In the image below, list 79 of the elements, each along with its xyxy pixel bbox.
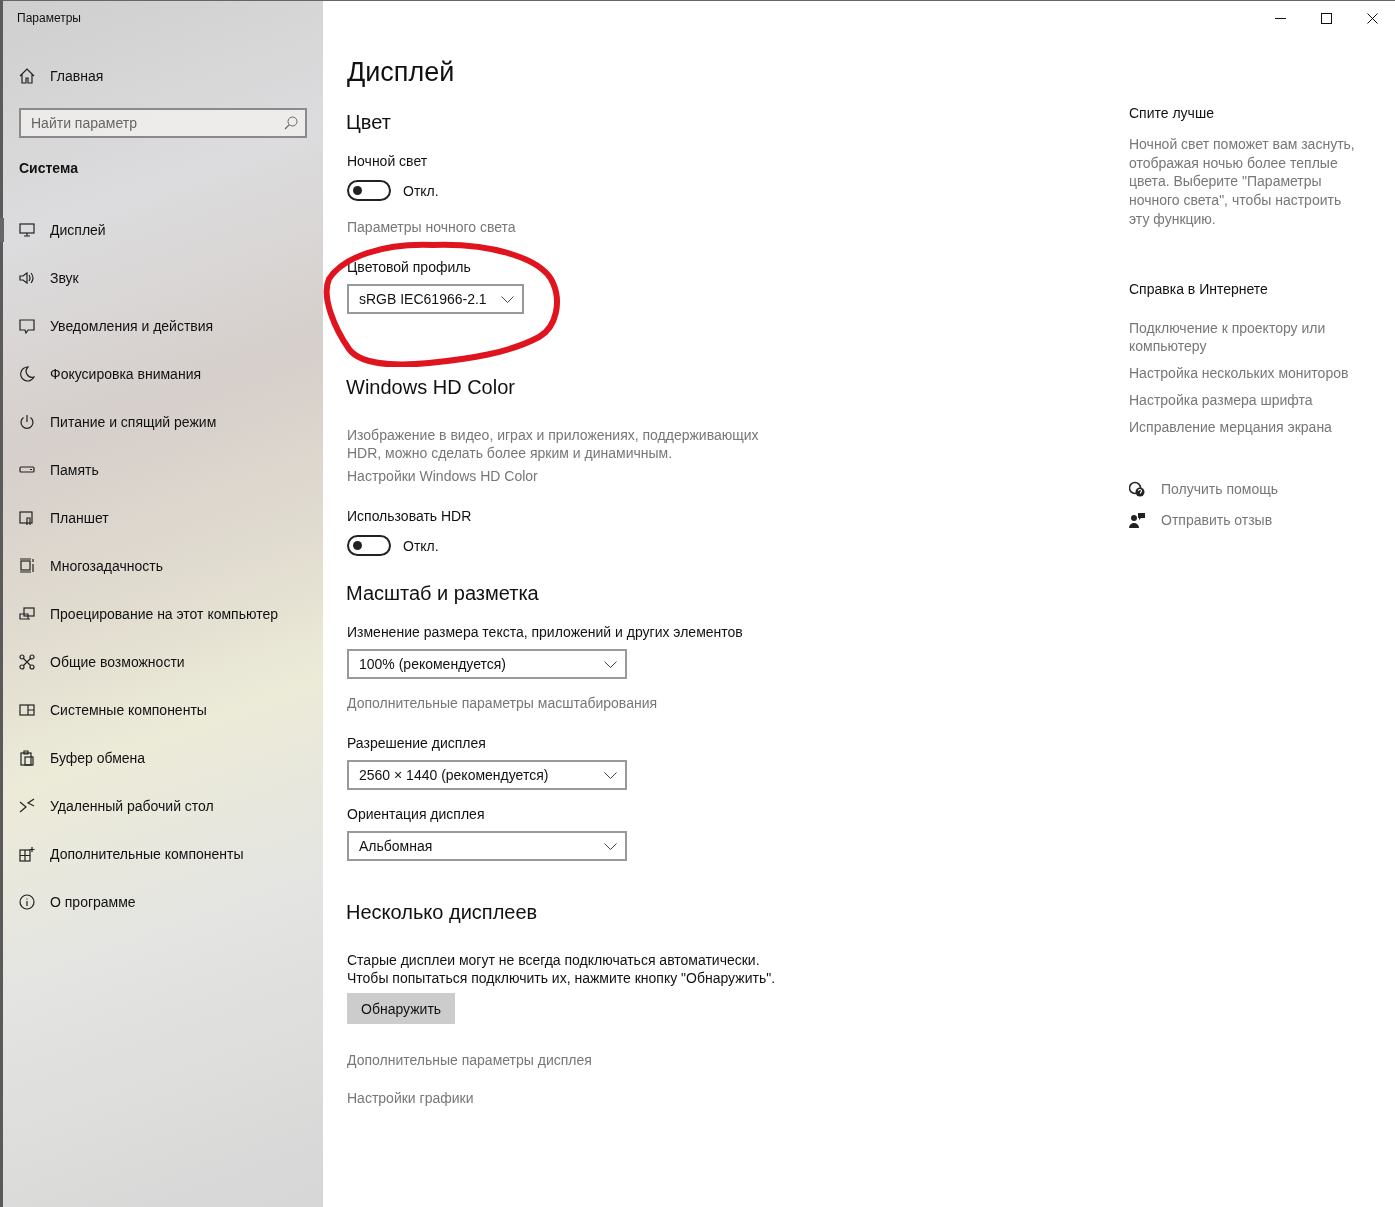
description-text: Старые дисплеи могут не всегда подключаться автоматически. Чтобы попытаться подключить их, нажмите кнопку "Обнаружить". (347, 951, 777, 987)
toggle-switch[interactable] (347, 535, 391, 556)
speech-bubble-icon (19, 318, 35, 334)
chevron-down-icon (604, 842, 617, 850)
settings-link[interactable]: Параметры ночного света (347, 219, 516, 235)
dropdown[interactable]: Альбомная (347, 831, 627, 861)
sidebar-item[interactable]: Удаленный рабочий стол (3, 782, 323, 830)
settings-link[interactable]: Дополнительные параметры масштабирования (347, 695, 658, 711)
sidebar-item[interactable]: Дополнительные компоненты (3, 830, 323, 878)
person-feedback-icon (1129, 511, 1145, 528)
setting-label: Изменение размера текста, приложений и других элементов (347, 624, 743, 640)
monitor-icon (19, 222, 35, 238)
setting-label: Ночной свет (347, 153, 428, 169)
sidebar-item[interactable]: Питание и спящий режим (3, 398, 323, 446)
setting-label: Ориентация дисплея (347, 806, 485, 822)
sidebar-item[interactable]: Общие возможности (3, 638, 323, 686)
clipboard-icon (19, 750, 35, 766)
description-text: Изображение в видео, играх и приложениях, поддерживающих HDR, можно сделать более ярким и динамичным. (347, 426, 760, 462)
aside-heading: Спите лучше (1129, 105, 1215, 123)
section-heading: Масштаб и разметка (346, 582, 539, 606)
sidebar-item[interactable]: Память (3, 446, 323, 494)
aside-text: Ночной свет поможет вам заснуть, отображая ночью более теплые цвета. Выберите "Параметры ночного света", чтобы настроить эту функцию. (1129, 135, 1355, 229)
sidebar-item[interactable]: Дисплей (3, 206, 323, 254)
nodes-icon (19, 654, 35, 670)
dropdown[interactable]: 2560 × 1440 (рекомендуется) (347, 760, 627, 790)
sidebar-item[interactable]: Фокусировка внимания (3, 350, 323, 398)
section-heading: Windows HD Color (346, 376, 515, 400)
multitasking-icon (19, 558, 35, 574)
moon-icon (19, 366, 35, 382)
section-heading: Система (18, 160, 79, 178)
window-title: Параметры (16, 11, 82, 27)
remote-arrows-icon (19, 798, 35, 814)
sidebar-item[interactable]: Буфер обмена (3, 734, 323, 782)
search-icon[interactable] (284, 116, 298, 130)
projector-icon (19, 606, 35, 622)
sidebar-item[interactable]: О программе (3, 878, 323, 926)
home-nav-item[interactable]: Главная (3, 54, 323, 98)
help-link[interactable]: Подключение к проектору или компьютеру (1129, 318, 1355, 355)
aside-action-link[interactable]: Отправить отзыв (1129, 508, 1355, 531)
aside-action-link[interactable]: Получить помощь (1129, 477, 1355, 500)
dropdown[interactable]: 100% (рекомендуется) (347, 649, 627, 679)
page-title: Дисплей (347, 57, 455, 89)
power-icon (19, 414, 35, 430)
grid-plus-icon (19, 846, 35, 862)
search-field[interactable]: Найти параметр (19, 108, 307, 138)
home-icon (19, 68, 35, 84)
info-icon (19, 894, 35, 910)
section-heading: Цвет (346, 111, 391, 135)
panels-icon (19, 702, 35, 718)
settings-link[interactable]: Дополнительные параметры дисплея (347, 1052, 592, 1068)
aside-heading: Справка в Интернете (1129, 280, 1269, 299)
sidebar-item[interactable]: Системные компоненты (3, 686, 323, 734)
sidebar-item[interactable]: Многозадачность (3, 542, 323, 590)
section-heading: Несколько дисплеев (346, 901, 538, 925)
toggle-state: Откл. (403, 537, 439, 554)
help-bubble-icon (1129, 480, 1145, 497)
chevron-down-icon (604, 660, 617, 668)
settings-link[interactable]: Настройки графики (347, 1090, 474, 1106)
dropdown[interactable]: sRGB IEC61966-2.1 (347, 284, 524, 314)
sidebar-item[interactable]: Уведомления и действия (3, 302, 323, 350)
sidebar-item[interactable]: Проецирование на этот компьютер (3, 590, 323, 638)
close-icon[interactable] (1366, 12, 1378, 24)
detect-button[interactable]: Обнаружить (347, 993, 456, 1024)
maximize-icon[interactable] (1320, 12, 1332, 24)
chevron-down-icon (500, 295, 514, 303)
toggle-state: Откл. (403, 182, 439, 199)
help-link[interactable]: Настройка размера шрифта (1129, 390, 1355, 409)
help-link[interactable]: Настройка нескольких мониторов (1129, 363, 1355, 382)
help-link[interactable]: Исправление мерцания экрана (1129, 417, 1355, 436)
setting-label: Цветовой профиль (347, 259, 471, 275)
chevron-down-icon (604, 771, 617, 779)
tablet-icon (19, 510, 35, 526)
sidebar-item[interactable]: Звук (3, 254, 323, 302)
setting-label: Использовать HDR (347, 508, 472, 524)
setting-label: Разрешение дисплея (347, 735, 486, 751)
speaker-icon (19, 270, 35, 286)
settings-link[interactable]: Настройки Windows HD Color (347, 468, 538, 484)
toggle-switch[interactable] (347, 180, 391, 201)
sidebar-item[interactable]: Планшет (3, 494, 323, 542)
